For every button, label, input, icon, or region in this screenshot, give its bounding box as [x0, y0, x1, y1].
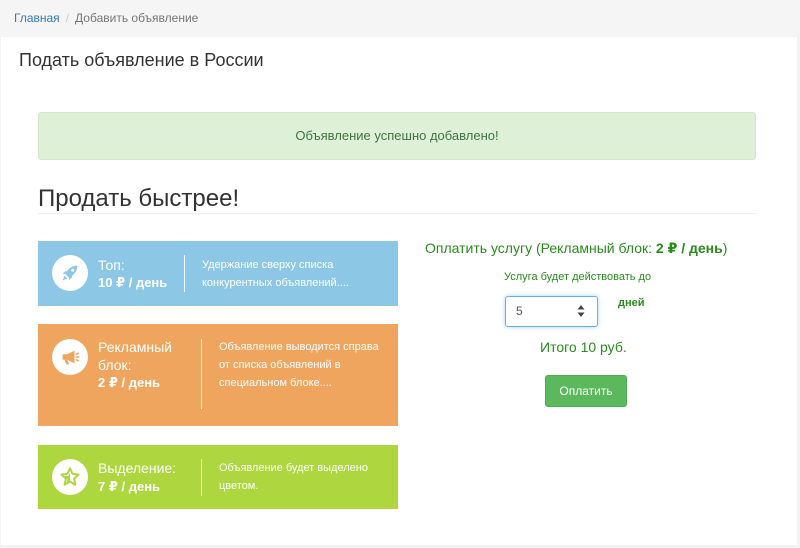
payment-title: Оплатить услугу (Рекламный блок: 2 ₽ / д… [425, 240, 755, 257]
service-divider [201, 339, 202, 409]
breadcrumb-current: Добавить объявление [75, 11, 199, 25]
success-alert: Объявление успешно добавлено! [38, 112, 756, 160]
heading-divider [38, 213, 756, 214]
service-name: Выделение: [98, 460, 177, 476]
service-highlight[interactable]: Выделение: 7 ₽ / день Объявление будет в… [38, 445, 398, 509]
breadcrumb-home-link[interactable]: Главная [14, 11, 60, 25]
pay-button[interactable]: Оплатить [545, 375, 627, 407]
breadcrumb: Главная / Добавить объявление [0, 0, 800, 36]
sell-faster-heading: Продать быстрее! [38, 185, 240, 212]
star-icon [52, 459, 88, 495]
days-input-value: 5 [516, 304, 523, 318]
main-panel: Подать объявление в России Объявление ус… [1, 37, 797, 545]
service-name: Рекламный блок: [98, 339, 172, 373]
payment-title-suffix: ) [722, 240, 728, 256]
service-divider [184, 255, 185, 292]
service-description: Объявление будет выделено цветом. [219, 462, 368, 492]
breadcrumb-separator: / [65, 11, 70, 25]
megaphone-icon [52, 339, 88, 375]
spinner-arrows-icon[interactable] [577, 304, 585, 318]
payment-title-prefix: Оплатить услугу (Рекламный блок: [425, 240, 656, 256]
rocket-icon [52, 255, 88, 291]
days-number-input[interactable]: 5 [505, 296, 598, 327]
service-price: 7 ₽ / день [98, 479, 161, 494]
service-name: Топ: [98, 257, 125, 273]
service-top[interactable]: Топ: 10 ₽ / день Удержание сверху списка… [38, 241, 398, 306]
service-price: 10 ₽ / день [98, 275, 168, 290]
service-description: Объявление выводится справа от списка об… [219, 341, 379, 389]
service-description: Удержание сверху списка конкурентных объ… [202, 259, 349, 289]
page-title: Подать объявление в России [19, 50, 264, 70]
payment-duration-note: Услуга будет действовать до [504, 271, 652, 283]
service-divider [201, 459, 202, 496]
days-label: дней [618, 297, 645, 309]
service-price: 2 ₽ / день [98, 375, 161, 390]
payment-title-price: 2 ₽ / день [655, 240, 723, 256]
service-ad-block[interactable]: Рекламный блок: 2 ₽ / день Объявление вы… [38, 324, 398, 426]
payment-total: Итого 10 руб. [540, 339, 627, 355]
